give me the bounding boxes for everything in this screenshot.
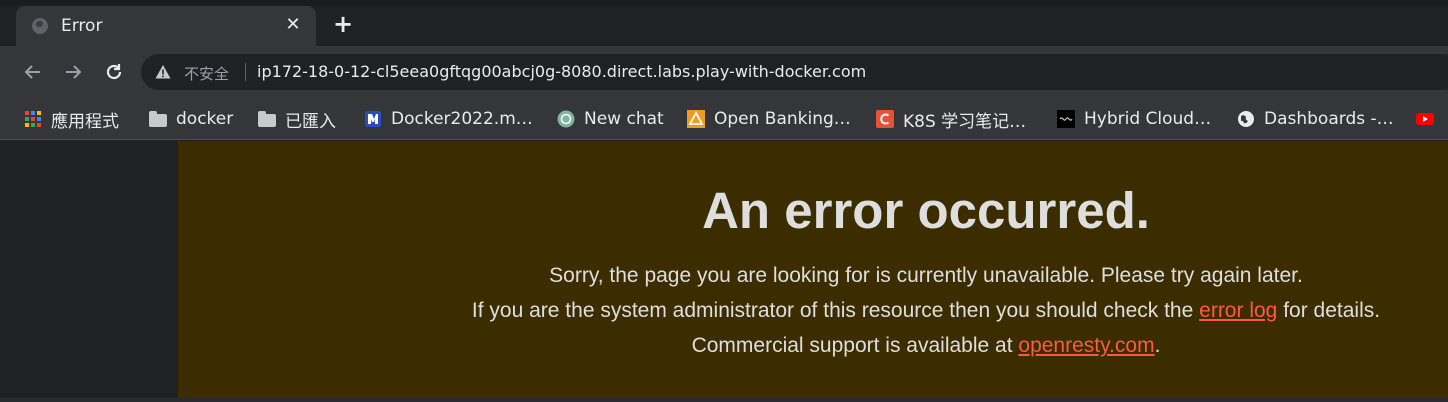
admin-message-suffix: for details. — [1283, 299, 1381, 322]
bookmark-label: docker — [176, 109, 234, 129]
back-button[interactable] — [21, 60, 45, 84]
folder-icon — [149, 111, 167, 127]
openresty-link[interactable]: openresty.com — [1018, 334, 1154, 357]
url-text[interactable]: ip172-18-0-12-cl5eea0gftqg00abcj0g-8080.… — [257, 62, 866, 81]
bookmark-label: K8S 学习笔记… — [903, 111, 1027, 132]
youtube-icon — [1416, 113, 1434, 125]
bookmark-hybrid-cloud[interactable]: Hybrid Cloud… — [1057, 108, 1211, 130]
error-message-line: Sorry, the page you are looking for is c… — [178, 264, 1448, 288]
tab-strip: Error ✕ + — [0, 0, 1448, 46]
bookmark-folder-imported[interactable]: 已匯入 — [258, 108, 336, 132]
tab-error[interactable]: Error ✕ — [16, 6, 316, 46]
bookmarks-bar: 應用程式 docker 已匯入 Docker2022.m… New chat O… — [0, 98, 1448, 140]
warning-icon[interactable] — [155, 64, 171, 80]
globe-icon — [32, 18, 48, 34]
admin-message-prefix: If you are the system administrator of t… — [471, 299, 1194, 322]
bookmark-apps[interactable]: 應用程式 — [24, 108, 119, 132]
globe-icon — [1238, 111, 1254, 127]
bookmark-label: 應用程式 — [51, 111, 119, 132]
bookmark-label: Hybrid Cloud… — [1084, 109, 1212, 129]
arrow-left-icon — [24, 65, 40, 79]
bookmark-k8s-notes[interactable]: K8S 学习笔记… — [876, 108, 1027, 132]
browser-toolbar: 不安全 ip172-18-0-12-cl5eea0gftqg00abcj0g-8… — [0, 46, 1448, 98]
page-left-gutter — [0, 141, 178, 402]
error-heading: An error occurred. — [702, 182, 1150, 239]
close-tab-icon[interactable]: ✕ — [282, 14, 304, 36]
reload-icon — [106, 64, 122, 80]
support-message-prefix: Commercial support is available at — [691, 334, 1013, 357]
error-message-text: Sorry, the page you are looking for is c… — [549, 264, 1303, 287]
bottom-edge — [0, 398, 1448, 402]
c-logo-icon — [876, 110, 894, 128]
hybrid-cloud-icon — [1057, 110, 1075, 128]
error-page-body: An error occurred. Sorry, the page you a… — [178, 141, 1448, 398]
docker-doc-icon — [365, 111, 381, 127]
error-log-link[interactable]: error log — [1199, 299, 1277, 322]
address-separator — [245, 63, 246, 81]
bookmark-folder-docker[interactable]: docker — [149, 108, 233, 130]
bookmark-label: New chat — [584, 109, 664, 129]
admin-message-line: If you are the system administrator of t… — [178, 299, 1448, 323]
apps-grid-icon — [25, 111, 41, 127]
chatgpt-icon — [557, 110, 575, 128]
reload-button[interactable] — [102, 60, 126, 84]
tab-title: Error — [61, 16, 103, 36]
error-page: An error occurred. Sorry, the page you a… — [178, 141, 1448, 398]
open-banking-icon — [687, 110, 705, 128]
arrow-right-icon — [66, 65, 82, 79]
bookmark-youtube[interactable] — [1416, 108, 1443, 130]
folder-icon — [258, 111, 276, 127]
bookmark-open-banking[interactable]: Open Banking… — [687, 108, 851, 130]
address-bar[interactable]: 不安全 ip172-18-0-12-cl5eea0gftqg00abcj0g-8… — [141, 54, 1448, 90]
bookmark-dashboards[interactable]: Dashboards -… — [1237, 108, 1394, 130]
bookmark-label: Docker2022.m… — [391, 109, 533, 129]
new-tab-button[interactable]: + — [331, 12, 355, 36]
forward-button[interactable] — [61, 60, 85, 84]
support-message-line: Commercial support is available at openr… — [178, 334, 1448, 358]
bookmark-label: 已匯入 — [285, 111, 336, 132]
bookmark-label: Dashboards -… — [1264, 109, 1394, 129]
not-secure-label[interactable]: 不安全 — [184, 63, 229, 84]
bookmark-new-chat[interactable]: New chat — [557, 108, 664, 130]
bookmark-label: Open Banking… — [714, 109, 851, 129]
support-message-suffix: . — [1154, 334, 1161, 357]
bookmark-docker2022[interactable]: Docker2022.m… — [364, 108, 533, 130]
